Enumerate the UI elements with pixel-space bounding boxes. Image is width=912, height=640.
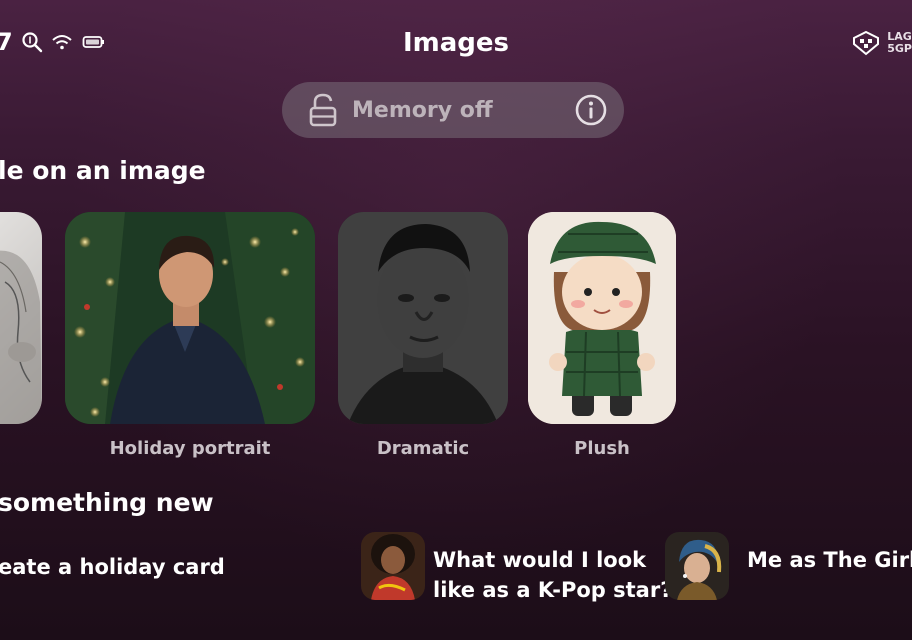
suggestion-kpop-line1: What would I look — [433, 548, 647, 572]
unlock-icon — [309, 93, 337, 127]
style-card-dramatic[interactable] — [338, 212, 508, 424]
section-title-styles: le on an image — [0, 156, 206, 185]
suggestion-girl-pearl[interactable]: Me as The Girl w — [747, 545, 912, 575]
suggestion-holiday-card[interactable]: eate a holiday card — [0, 552, 225, 582]
girl-with-pearl-image — [665, 532, 729, 600]
section-title-something-new: something new — [0, 488, 214, 517]
style-card-sketch[interactable] — [0, 212, 42, 424]
suggestion-kpop-star[interactable]: What would I look like as a K-Pop star? — [433, 545, 672, 605]
sketch-portrait-image — [0, 250, 42, 424]
memory-toggle-button[interactable]: Memory off — [282, 82, 624, 138]
plush-doll-image — [528, 212, 676, 424]
style-card-holiday-portrait[interactable] — [65, 212, 315, 424]
memory-status-label: Memory off — [352, 97, 493, 123]
kpop-star-image — [361, 532, 425, 600]
suggestion-holiday-card-label: eate a holiday card — [0, 555, 225, 579]
holiday-portrait-image — [65, 212, 315, 424]
style-card-holiday-portrait-label: Holiday portrait — [109, 438, 271, 459]
style-card-plush[interactable] — [528, 212, 676, 424]
suggestion-kpop-thumbnail[interactable] — [361, 532, 425, 600]
suggestion-girl-pearl-label: Me as The Girl w — [747, 548, 912, 572]
page-title: Images — [402, 28, 510, 58]
suggestion-girl-pearl-thumbnail[interactable] — [665, 532, 729, 600]
style-card-dramatic-label: Dramatic — [376, 438, 470, 459]
suggestion-kpop-line2: like as a K-Pop star? — [433, 578, 673, 602]
dramatic-portrait-image — [338, 212, 508, 424]
style-card-plush-label: Plush — [574, 438, 630, 459]
info-icon[interactable] — [574, 93, 608, 127]
